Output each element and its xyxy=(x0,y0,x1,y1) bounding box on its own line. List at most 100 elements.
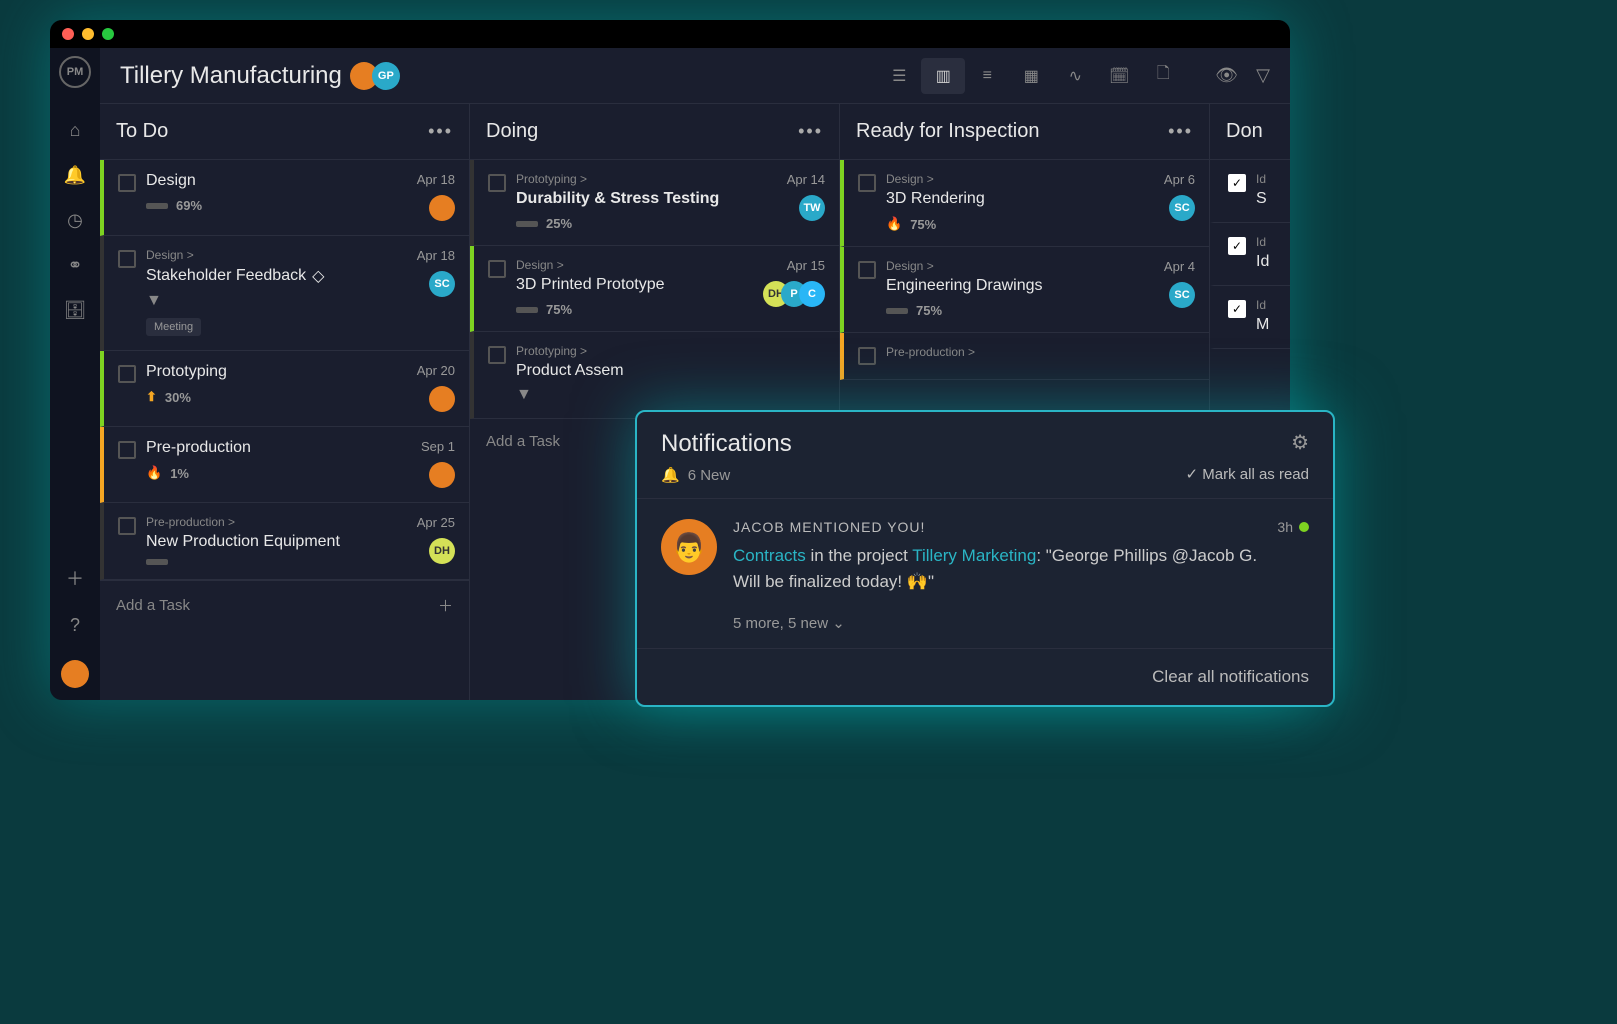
task-checkbox[interactable] xyxy=(118,174,136,192)
card-progress: 🔥 1% xyxy=(146,465,411,481)
bell-icon: 🔔 xyxy=(661,466,680,484)
page-title: Tillery Manufacturing xyxy=(120,62,342,90)
card-title: M xyxy=(1256,316,1276,334)
column-menu-icon[interactable]: ••• xyxy=(428,121,453,142)
sheet-view-icon[interactable]: ▦ xyxy=(1009,58,1053,94)
task-card[interactable]: Design >3D Rendering🔥 75%Apr 6SC xyxy=(840,160,1209,247)
sidebar: PM ⌂ 🔔 ◷ ⚭ 🗄 ＋ ? xyxy=(50,48,100,700)
project-link[interactable]: Tillery Marketing xyxy=(912,546,1036,565)
card-breadcrumb: Prototyping > xyxy=(516,172,777,186)
project-members[interactable]: GP xyxy=(356,62,400,90)
task-card[interactable]: Pre-production > xyxy=(840,333,1209,380)
arrow-up-icon: ⬆ xyxy=(146,389,157,405)
task-card[interactable]: Pre-production 🔥 1% Sep 1 xyxy=(100,427,469,503)
card-title: Engineering Drawings xyxy=(886,277,1154,295)
card-title: New Production Equipment xyxy=(146,533,407,551)
task-checkbox[interactable] xyxy=(118,517,136,535)
chevron-down-icon[interactable]: ▼ xyxy=(516,386,825,404)
assignee-avatar[interactable]: SC xyxy=(1169,282,1195,308)
gear-icon[interactable]: ⚙ xyxy=(1291,430,1309,455)
task-card[interactable]: Prototyping >Durability & Stress Testing… xyxy=(470,160,839,246)
task-checkbox[interactable] xyxy=(858,261,876,279)
assignee-avatar[interactable] xyxy=(429,462,455,488)
calendar-view-icon[interactable]: 🗓 xyxy=(1097,58,1141,94)
contracts-link[interactable]: Contracts xyxy=(733,546,806,565)
task-checkbox[interactable] xyxy=(488,260,506,278)
task-checkbox[interactable] xyxy=(488,346,506,364)
card-title: 3D Printed Prototype xyxy=(516,276,761,294)
list-view-icon[interactable]: ☰ xyxy=(877,58,921,94)
activity-view-icon[interactable]: ∿ xyxy=(1053,58,1097,94)
file-view-icon[interactable]: 🗋 xyxy=(1141,58,1185,94)
briefcase-icon[interactable]: 🗄 xyxy=(64,300,87,321)
eye-icon[interactable]: 👁 xyxy=(1215,65,1238,86)
task-card[interactable]: Design >3D Printed Prototype 75%Apr 15DH… xyxy=(470,246,839,332)
help-icon[interactable]: ? xyxy=(70,615,80,636)
titlebar xyxy=(50,20,1290,48)
column-menu-icon[interactable]: ••• xyxy=(798,121,823,142)
task-checkbox[interactable] xyxy=(488,174,506,192)
task-card[interactable]: Design >Engineering Drawings 75%Apr 4SC xyxy=(840,247,1209,333)
task-checkbox[interactable]: ✓ xyxy=(1228,237,1246,255)
card-title: Stakeholder Feedback ◇ xyxy=(146,266,407,286)
task-card[interactable]: Pre-production >New Production Equipment… xyxy=(100,503,469,580)
assignee-avatar[interactable]: SC xyxy=(429,271,455,297)
home-icon[interactable]: ⌂ xyxy=(70,120,81,141)
task-checkbox[interactable]: ✓ xyxy=(1228,300,1246,318)
users-icon[interactable]: ⚭ xyxy=(67,255,82,276)
chevron-down-icon[interactable]: ▼ xyxy=(146,292,407,310)
notification-text: Contracts in the project Tillery Marketi… xyxy=(733,543,1261,594)
card-title: Product Assem xyxy=(516,362,825,380)
assignee-avatar[interactable]: SC xyxy=(1169,195,1195,221)
task-checkbox[interactable]: ✓ xyxy=(1228,174,1246,192)
task-card[interactable]: ✓IdS xyxy=(1210,160,1290,223)
card-title: 3D Rendering xyxy=(886,190,1154,208)
column-title: Doing xyxy=(486,120,538,143)
clear-all-notifications[interactable]: Clear all notifications xyxy=(637,648,1333,705)
notifications-panel: Notifications 🔔 6 New ⚙ ✓ Mark all as re… xyxy=(635,410,1335,707)
task-checkbox[interactable] xyxy=(118,365,136,383)
card-title: Pre-production xyxy=(146,439,411,457)
card-date: Apr 6 xyxy=(1164,172,1195,187)
bell-icon[interactable]: 🔔 xyxy=(64,165,86,186)
assignee-avatar[interactable]: TW xyxy=(799,195,825,221)
window-close[interactable] xyxy=(62,28,74,40)
task-checkbox[interactable] xyxy=(118,441,136,459)
add-task-button[interactable]: Add a Task＋ xyxy=(100,580,469,630)
notification-time: 3h xyxy=(1277,519,1309,535)
task-checkbox[interactable] xyxy=(858,174,876,192)
assignee-avatar[interactable] xyxy=(429,195,455,221)
column-title: Ready for Inspection xyxy=(856,120,1039,143)
card-date: Sep 1 xyxy=(421,439,455,454)
task-card[interactable]: ✓IdId xyxy=(1210,223,1290,286)
window-minimize[interactable] xyxy=(82,28,94,40)
card-progress: ⬆ 30% xyxy=(146,389,407,405)
card-breadcrumb: Id xyxy=(1256,235,1276,249)
notifications-more[interactable]: 5 more, 5 new ⌄ xyxy=(637,614,1333,648)
column-menu-icon[interactable]: ••• xyxy=(1168,121,1193,142)
task-card[interactable]: ✓IdM xyxy=(1210,286,1290,349)
task-card[interactable]: Prototyping >Product Assem▼ xyxy=(470,332,839,419)
board-view-icon[interactable]: ▥ xyxy=(921,58,965,94)
assignee-avatar[interactable] xyxy=(429,386,455,412)
task-card[interactable]: Design >Stakeholder Feedback ◇▼MeetingAp… xyxy=(100,236,469,351)
notification-item[interactable]: 👨 JACOB MENTIONED YOU! Contracts in the … xyxy=(637,499,1333,614)
header: Tillery Manufacturing GP ☰ ▥ ≡ ▦ ∿ 🗓 🗋 👁 xyxy=(100,48,1290,104)
clock-icon[interactable]: ◷ xyxy=(67,210,83,231)
window-maximize[interactable] xyxy=(102,28,114,40)
task-card[interactable]: Prototyping⬆ 30%Apr 20 xyxy=(100,351,469,427)
app-logo[interactable]: PM xyxy=(59,56,91,88)
user-avatar[interactable] xyxy=(61,660,89,688)
assignee-avatar[interactable]: C xyxy=(799,281,825,307)
gantt-view-icon[interactable]: ≡ xyxy=(965,58,1009,94)
card-date: Apr 4 xyxy=(1164,259,1195,274)
task-checkbox[interactable] xyxy=(118,250,136,268)
task-checkbox[interactable] xyxy=(858,347,876,365)
assignee-avatar[interactable]: DH xyxy=(429,538,455,564)
flame-icon: 🔥 xyxy=(146,465,162,481)
plus-icon[interactable]: ＋ xyxy=(66,565,84,591)
card-date: Apr 15 xyxy=(787,258,825,273)
filter-icon[interactable]: ▽ xyxy=(1256,65,1270,86)
task-card[interactable]: Design 69%Apr 18 xyxy=(100,160,469,236)
mark-all-read[interactable]: ✓ Mark all as read xyxy=(1186,465,1309,483)
